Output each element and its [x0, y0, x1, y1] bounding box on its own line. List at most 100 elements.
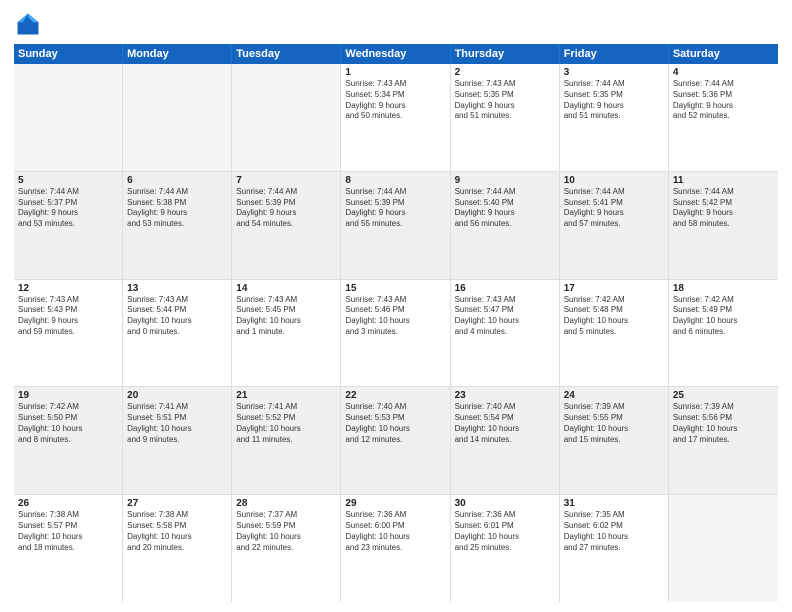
- cell-info: Sunrise: 7:39 AM Sunset: 5:56 PM Dayligh…: [673, 402, 774, 445]
- calendar: SundayMondayTuesdayWednesdayThursdayFrid…: [14, 44, 778, 602]
- cell-info: Sunrise: 7:44 AM Sunset: 5:38 PM Dayligh…: [127, 187, 227, 230]
- calendar-header-cell: Saturday: [669, 44, 778, 64]
- cell-info: Sunrise: 7:44 AM Sunset: 5:39 PM Dayligh…: [345, 187, 445, 230]
- cell-info: Sunrise: 7:36 AM Sunset: 6:01 PM Dayligh…: [455, 510, 555, 553]
- calendar-cell: 30Sunrise: 7:36 AM Sunset: 6:01 PM Dayli…: [451, 495, 560, 602]
- cell-info: Sunrise: 7:44 AM Sunset: 5:39 PM Dayligh…: [236, 187, 336, 230]
- calendar-cell: 14Sunrise: 7:43 AM Sunset: 5:45 PM Dayli…: [232, 280, 341, 387]
- calendar-header-cell: Friday: [560, 44, 669, 64]
- day-number: 25: [673, 390, 774, 401]
- calendar-header-row: SundayMondayTuesdayWednesdayThursdayFrid…: [14, 44, 778, 64]
- calendar-cell: 23Sunrise: 7:40 AM Sunset: 5:54 PM Dayli…: [451, 387, 560, 494]
- calendar-cell: 18Sunrise: 7:42 AM Sunset: 5:49 PM Dayli…: [669, 280, 778, 387]
- day-number: 3: [564, 67, 664, 78]
- day-number: 31: [564, 498, 664, 509]
- day-number: 17: [564, 283, 664, 294]
- calendar-cell: 26Sunrise: 7:38 AM Sunset: 5:57 PM Dayli…: [14, 495, 123, 602]
- day-number: 19: [18, 390, 118, 401]
- calendar-cell: [14, 64, 123, 171]
- day-number: 26: [18, 498, 118, 509]
- day-number: 28: [236, 498, 336, 509]
- cell-info: Sunrise: 7:41 AM Sunset: 5:52 PM Dayligh…: [236, 402, 336, 445]
- calendar-cell: 8Sunrise: 7:44 AM Sunset: 5:39 PM Daylig…: [341, 172, 450, 279]
- calendar-header-cell: Wednesday: [341, 44, 450, 64]
- calendar-week: 26Sunrise: 7:38 AM Sunset: 5:57 PM Dayli…: [14, 495, 778, 602]
- cell-info: Sunrise: 7:43 AM Sunset: 5:43 PM Dayligh…: [18, 295, 118, 338]
- cell-info: Sunrise: 7:43 AM Sunset: 5:45 PM Dayligh…: [236, 295, 336, 338]
- day-number: 24: [564, 390, 664, 401]
- cell-info: Sunrise: 7:44 AM Sunset: 5:40 PM Dayligh…: [455, 187, 555, 230]
- day-number: 15: [345, 283, 445, 294]
- calendar-cell: 27Sunrise: 7:38 AM Sunset: 5:58 PM Dayli…: [123, 495, 232, 602]
- calendar-header-cell: Thursday: [451, 44, 560, 64]
- day-number: 6: [127, 175, 227, 186]
- logo-icon: [14, 10, 42, 38]
- day-number: 10: [564, 175, 664, 186]
- day-number: 1: [345, 67, 445, 78]
- cell-info: Sunrise: 7:44 AM Sunset: 5:42 PM Dayligh…: [673, 187, 774, 230]
- calendar-week: 5Sunrise: 7:44 AM Sunset: 5:37 PM Daylig…: [14, 172, 778, 280]
- day-number: 16: [455, 283, 555, 294]
- calendar-cell: [232, 64, 341, 171]
- calendar-week: 1Sunrise: 7:43 AM Sunset: 5:34 PM Daylig…: [14, 64, 778, 172]
- cell-info: Sunrise: 7:38 AM Sunset: 5:58 PM Dayligh…: [127, 510, 227, 553]
- calendar-header-cell: Monday: [123, 44, 232, 64]
- day-number: 23: [455, 390, 555, 401]
- cell-info: Sunrise: 7:40 AM Sunset: 5:53 PM Dayligh…: [345, 402, 445, 445]
- calendar-cell: 12Sunrise: 7:43 AM Sunset: 5:43 PM Dayli…: [14, 280, 123, 387]
- calendar-cell: 19Sunrise: 7:42 AM Sunset: 5:50 PM Dayli…: [14, 387, 123, 494]
- day-number: 8: [345, 175, 445, 186]
- cell-info: Sunrise: 7:43 AM Sunset: 5:44 PM Dayligh…: [127, 295, 227, 338]
- day-number: 2: [455, 67, 555, 78]
- day-number: 9: [455, 175, 555, 186]
- cell-info: Sunrise: 7:42 AM Sunset: 5:49 PM Dayligh…: [673, 295, 774, 338]
- calendar-week: 19Sunrise: 7:42 AM Sunset: 5:50 PM Dayli…: [14, 387, 778, 495]
- cell-info: Sunrise: 7:44 AM Sunset: 5:36 PM Dayligh…: [673, 79, 774, 122]
- calendar-cell: [669, 495, 778, 602]
- cell-info: Sunrise: 7:37 AM Sunset: 5:59 PM Dayligh…: [236, 510, 336, 553]
- calendar-header-cell: Tuesday: [232, 44, 341, 64]
- cell-info: Sunrise: 7:44 AM Sunset: 5:37 PM Dayligh…: [18, 187, 118, 230]
- calendar-cell: 16Sunrise: 7:43 AM Sunset: 5:47 PM Dayli…: [451, 280, 560, 387]
- day-number: 4: [673, 67, 774, 78]
- day-number: 5: [18, 175, 118, 186]
- cell-info: Sunrise: 7:43 AM Sunset: 5:34 PM Dayligh…: [345, 79, 445, 122]
- day-number: 22: [345, 390, 445, 401]
- calendar-cell: 1Sunrise: 7:43 AM Sunset: 5:34 PM Daylig…: [341, 64, 450, 171]
- calendar-cell: 22Sunrise: 7:40 AM Sunset: 5:53 PM Dayli…: [341, 387, 450, 494]
- logo: [14, 10, 46, 38]
- cell-info: Sunrise: 7:42 AM Sunset: 5:48 PM Dayligh…: [564, 295, 664, 338]
- calendar-cell: 6Sunrise: 7:44 AM Sunset: 5:38 PM Daylig…: [123, 172, 232, 279]
- day-number: 14: [236, 283, 336, 294]
- calendar-cell: 5Sunrise: 7:44 AM Sunset: 5:37 PM Daylig…: [14, 172, 123, 279]
- cell-info: Sunrise: 7:39 AM Sunset: 5:55 PM Dayligh…: [564, 402, 664, 445]
- calendar-cell: 21Sunrise: 7:41 AM Sunset: 5:52 PM Dayli…: [232, 387, 341, 494]
- calendar-cell: 13Sunrise: 7:43 AM Sunset: 5:44 PM Dayli…: [123, 280, 232, 387]
- cell-info: Sunrise: 7:44 AM Sunset: 5:35 PM Dayligh…: [564, 79, 664, 122]
- calendar-cell: 4Sunrise: 7:44 AM Sunset: 5:36 PM Daylig…: [669, 64, 778, 171]
- page-header: [14, 10, 778, 38]
- day-number: 18: [673, 283, 774, 294]
- calendar-cell: 29Sunrise: 7:36 AM Sunset: 6:00 PM Dayli…: [341, 495, 450, 602]
- day-number: 12: [18, 283, 118, 294]
- calendar-week: 12Sunrise: 7:43 AM Sunset: 5:43 PM Dayli…: [14, 280, 778, 388]
- day-number: 7: [236, 175, 336, 186]
- calendar-cell: 9Sunrise: 7:44 AM Sunset: 5:40 PM Daylig…: [451, 172, 560, 279]
- calendar-cell: 2Sunrise: 7:43 AM Sunset: 5:35 PM Daylig…: [451, 64, 560, 171]
- cell-info: Sunrise: 7:38 AM Sunset: 5:57 PM Dayligh…: [18, 510, 118, 553]
- day-number: 27: [127, 498, 227, 509]
- calendar-cell: 10Sunrise: 7:44 AM Sunset: 5:41 PM Dayli…: [560, 172, 669, 279]
- day-number: 20: [127, 390, 227, 401]
- cell-info: Sunrise: 7:43 AM Sunset: 5:35 PM Dayligh…: [455, 79, 555, 122]
- day-number: 21: [236, 390, 336, 401]
- cell-info: Sunrise: 7:43 AM Sunset: 5:46 PM Dayligh…: [345, 295, 445, 338]
- day-number: 13: [127, 283, 227, 294]
- cell-info: Sunrise: 7:35 AM Sunset: 6:02 PM Dayligh…: [564, 510, 664, 553]
- calendar-cell: 11Sunrise: 7:44 AM Sunset: 5:42 PM Dayli…: [669, 172, 778, 279]
- calendar-cell: 7Sunrise: 7:44 AM Sunset: 5:39 PM Daylig…: [232, 172, 341, 279]
- calendar-cell: 25Sunrise: 7:39 AM Sunset: 5:56 PM Dayli…: [669, 387, 778, 494]
- day-number: 29: [345, 498, 445, 509]
- cell-info: Sunrise: 7:36 AM Sunset: 6:00 PM Dayligh…: [345, 510, 445, 553]
- calendar-cell: 20Sunrise: 7:41 AM Sunset: 5:51 PM Dayli…: [123, 387, 232, 494]
- calendar-body: 1Sunrise: 7:43 AM Sunset: 5:34 PM Daylig…: [14, 64, 778, 602]
